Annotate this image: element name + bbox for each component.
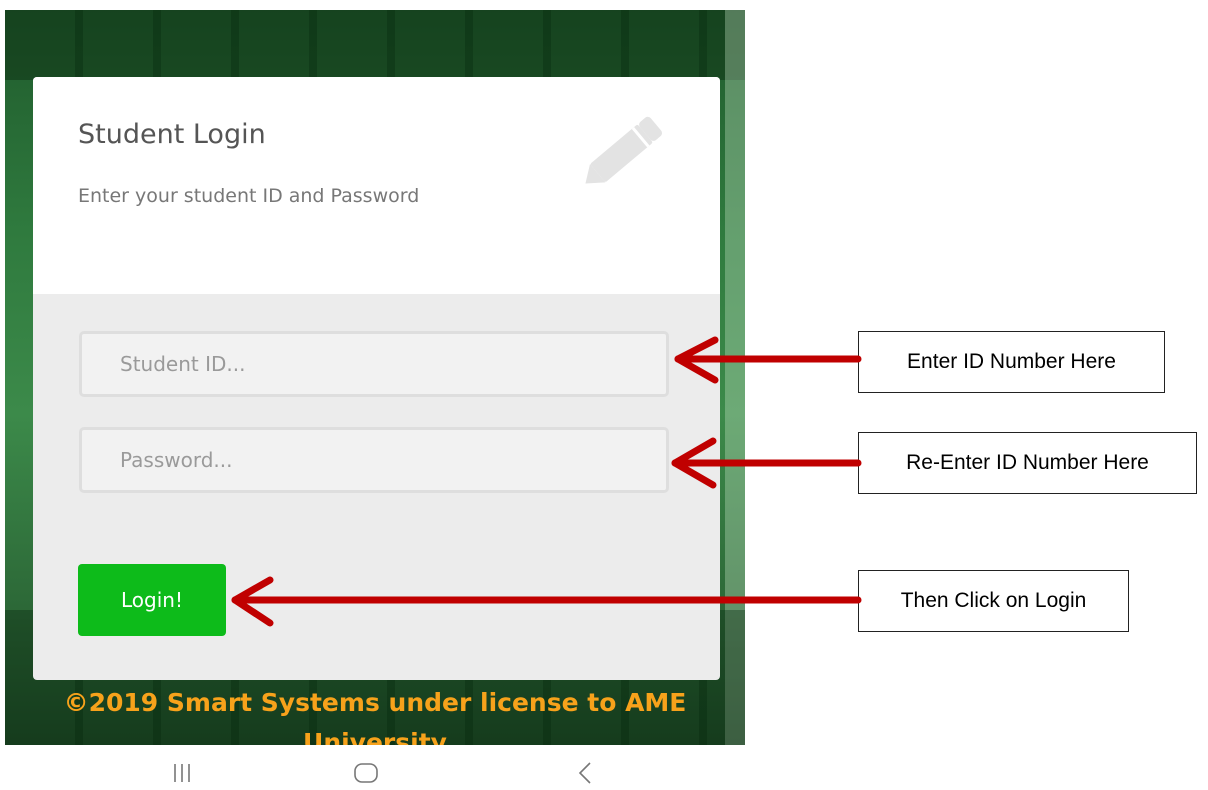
student-id-input[interactable] — [82, 334, 666, 394]
password-field[interactable] — [79, 427, 669, 493]
recent-apps-icon[interactable] — [170, 762, 194, 784]
page-title: Student Login — [78, 119, 266, 150]
password-input[interactable] — [82, 430, 666, 490]
back-icon[interactable] — [575, 760, 595, 786]
pencil-icon — [585, 116, 663, 184]
bookshelf-top — [5, 10, 745, 80]
login-card-header: Student Login Enter your student ID and … — [33, 77, 720, 294]
home-icon[interactable] — [353, 762, 379, 784]
student-id-field[interactable] — [79, 331, 669, 397]
android-nav-bar — [0, 745, 760, 790]
login-button[interactable]: Login! — [78, 564, 226, 636]
login-instructions: Enter your student ID and Password — [78, 185, 420, 207]
annotation-password: Re-Enter ID Number Here — [858, 432, 1197, 494]
annotation-id: Enter ID Number Here — [858, 331, 1165, 393]
annotation-login: Then Click on Login — [858, 570, 1129, 632]
login-card: Student Login Enter your student ID and … — [33, 77, 720, 680]
